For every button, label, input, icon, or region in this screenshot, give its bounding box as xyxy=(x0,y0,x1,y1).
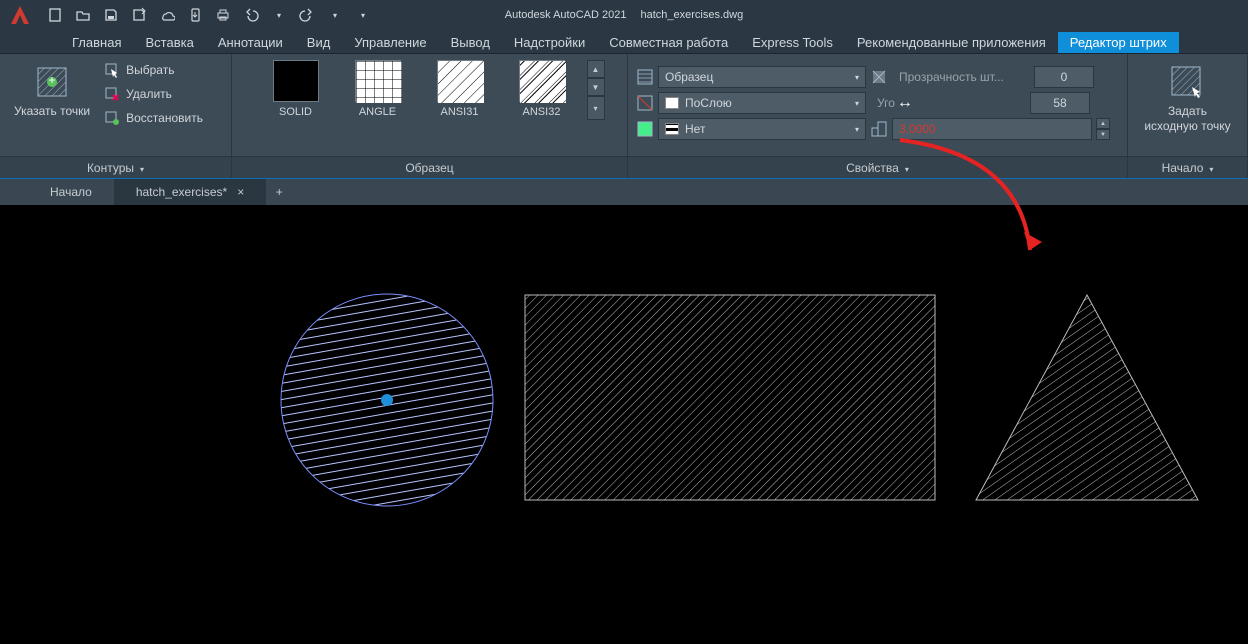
ribbon-tabs: Главная Вставка Аннотации Вид Управление… xyxy=(0,30,1248,54)
transparency-label: Прозрачность шт... xyxy=(892,66,1030,88)
tab-annotations[interactable]: Аннотации xyxy=(206,32,295,53)
new-file-tab-button[interactable]: + xyxy=(266,185,292,199)
scale-input[interactable] xyxy=(892,118,1092,140)
file-tab-active[interactable]: hatch_exercises* × xyxy=(114,179,266,205)
remove-boundary-button[interactable]: Удалить xyxy=(100,84,207,104)
redo-icon[interactable] xyxy=(298,6,316,24)
recreate-icon xyxy=(104,110,120,126)
qat-customize-icon[interactable]: ▾ xyxy=(354,6,372,24)
window-title: Autodesk AutoCAD 2021 hatch_exercises.dw… xyxy=(505,9,743,21)
tab-view[interactable]: Вид xyxy=(295,32,343,53)
transparency-icon xyxy=(870,68,888,86)
panel-origin-title[interactable]: Начало xyxy=(1128,156,1247,178)
pattern-label: ANGLE xyxy=(359,106,396,118)
titlebar: ▾ ▾ ▾ Autodesk AutoCAD 2021 hatch_exerci… xyxy=(0,0,1248,30)
pattern-gallery: SOLID ANGLE ANSI31 ANSI32 ▲ ▼ ▾ xyxy=(255,60,605,120)
panel-pattern-title: Образец xyxy=(232,156,627,178)
pattern-ansi32[interactable]: ANSI32 xyxy=(501,60,583,118)
tab-hatch-editor[interactable]: Редактор штрих xyxy=(1058,32,1179,53)
tab-output[interactable]: Вывод xyxy=(439,32,502,53)
gallery-scrollbar: ▲ ▼ ▾ xyxy=(587,60,605,120)
set-origin-button[interactable]: Задать исходную точку xyxy=(1138,60,1236,138)
gallery-expand[interactable]: ▾ xyxy=(587,96,605,120)
gallery-scroll-up[interactable]: ▲ xyxy=(587,60,605,78)
pattern-label: ANSI32 xyxy=(523,106,561,118)
scale-icon xyxy=(870,120,888,138)
close-icon[interactable]: × xyxy=(237,185,244,199)
pick-points-icon: + xyxy=(34,64,70,100)
hatch-type-dropdown[interactable]: Образец xyxy=(658,66,866,88)
pick-points-label: Указать точки xyxy=(14,104,90,119)
file-tab-bar: Начало hatch_exercises* × + xyxy=(0,179,1248,205)
gallery-scroll-down[interactable]: ▼ xyxy=(587,78,605,96)
file-tab-start[interactable]: Начало xyxy=(28,179,114,205)
tab-collaborate[interactable]: Совместная работа xyxy=(597,32,740,53)
panel-boundaries-title[interactable]: Контуры xyxy=(0,156,231,178)
panel-boundaries: + Указать точки Выбрать Удалить Восстано… xyxy=(0,54,232,178)
pattern-label: SOLID xyxy=(279,106,312,118)
recreate-label: Восстановить xyxy=(126,111,203,125)
quick-access-toolbar: ▾ ▾ ▾ xyxy=(40,6,378,24)
redo-dropdown-icon[interactable]: ▾ xyxy=(326,6,344,24)
transparency-input[interactable] xyxy=(1034,66,1094,88)
saveas-icon[interactable] xyxy=(130,6,148,24)
pattern-ansi31[interactable]: ANSI31 xyxy=(419,60,501,118)
svg-text:+: + xyxy=(49,73,56,87)
print-icon[interactable] xyxy=(214,6,232,24)
tab-addins[interactable]: Надстройки xyxy=(502,32,597,53)
select-label: Выбрать xyxy=(126,63,174,77)
tab-featured[interactable]: Рекомендованные приложения xyxy=(845,32,1058,53)
new-icon[interactable] xyxy=(46,6,64,24)
scale-spinner: ▲ ▼ xyxy=(1096,118,1110,140)
tab-express[interactable]: Express Tools xyxy=(740,32,845,53)
tab-home[interactable]: Главная xyxy=(60,32,133,53)
angle-label: Уго↔ xyxy=(870,92,1026,114)
remove-label: Удалить xyxy=(126,87,172,101)
select-icon xyxy=(104,62,120,78)
bg-color-icon xyxy=(636,120,654,138)
undo-icon[interactable] xyxy=(242,6,260,24)
recreate-boundary-button[interactable]: Восстановить xyxy=(100,108,207,128)
document-name: hatch_exercises.dwg xyxy=(640,9,743,21)
undo-dropdown-icon[interactable]: ▾ xyxy=(270,6,288,24)
ribbon: + Указать точки Выбрать Удалить Восстано… xyxy=(0,54,1248,179)
set-origin-icon xyxy=(1169,64,1205,100)
app-logo[interactable] xyxy=(0,0,40,30)
set-origin-label-2: исходную точку xyxy=(1144,119,1230,134)
open-icon[interactable] xyxy=(74,6,92,24)
panel-origin: Задать исходную точку Начало xyxy=(1128,54,1248,178)
hatch-color-icon xyxy=(636,94,654,112)
hatch-color-dropdown[interactable]: ПоСлою xyxy=(658,92,866,114)
pattern-solid[interactable]: SOLID xyxy=(255,60,337,118)
pick-points-button[interactable]: + Указать точки xyxy=(8,60,96,123)
drawing-canvas[interactable] xyxy=(0,205,1248,644)
tab-insert[interactable]: Вставка xyxy=(133,32,205,53)
save-icon[interactable] xyxy=(102,6,120,24)
cloud-open-icon[interactable] xyxy=(158,6,176,24)
scale-down[interactable]: ▼ xyxy=(1096,129,1110,140)
bg-color-dropdown[interactable]: Нет xyxy=(658,118,866,140)
panel-properties-title[interactable]: Свойства xyxy=(628,156,1127,178)
hatch-type-icon xyxy=(636,68,654,86)
select-boundary-button[interactable]: Выбрать xyxy=(100,60,207,80)
angle-input[interactable] xyxy=(1030,92,1090,114)
cloud-save-icon[interactable] xyxy=(186,6,204,24)
scale-up[interactable]: ▲ xyxy=(1096,118,1110,129)
app-name: Autodesk AutoCAD 2021 xyxy=(505,9,627,21)
panel-pattern: SOLID ANGLE ANSI31 ANSI32 ▲ ▼ ▾ xyxy=(232,54,628,178)
panel-properties: Образец Прозрачность шт... ПоСлою Уго↔ Н… xyxy=(628,54,1128,178)
set-origin-label-1: Задать xyxy=(1168,104,1207,119)
pattern-angle[interactable]: ANGLE xyxy=(337,60,419,118)
file-tab-label: hatch_exercises* xyxy=(136,185,227,199)
pattern-label: ANSI31 xyxy=(441,106,479,118)
remove-icon xyxy=(104,86,120,102)
tab-manage[interactable]: Управление xyxy=(342,32,438,53)
